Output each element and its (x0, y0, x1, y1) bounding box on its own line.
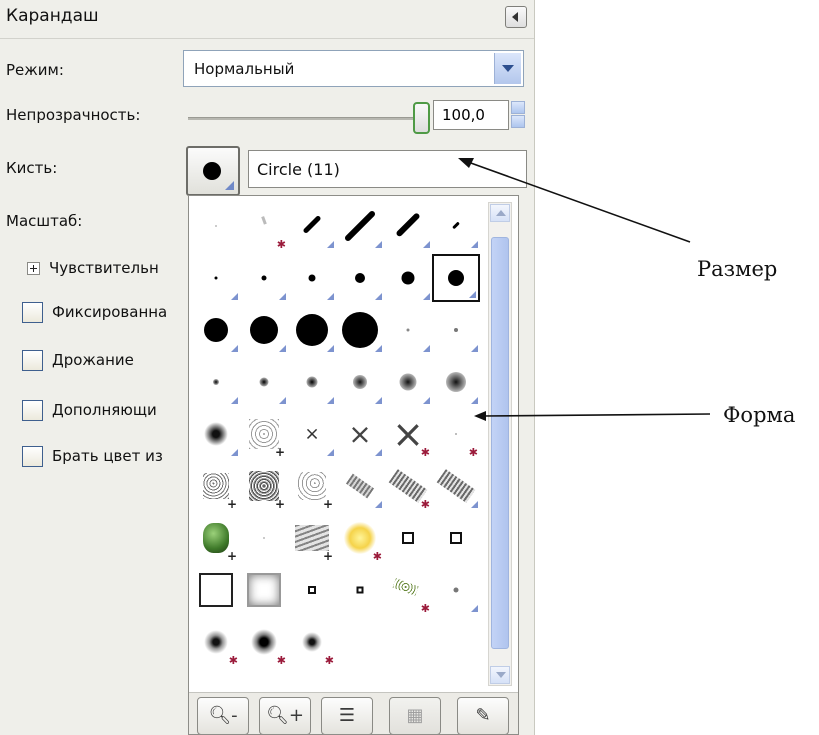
size-annotation-arrow (467, 161, 691, 243)
annotation-arrows (458, 158, 711, 421)
shape-arrowhead-icon (474, 411, 486, 421)
shape-annotation-arrow (481, 413, 711, 417)
shape-annotation: Форма (723, 403, 796, 427)
size-annotation: Размер (697, 257, 778, 281)
